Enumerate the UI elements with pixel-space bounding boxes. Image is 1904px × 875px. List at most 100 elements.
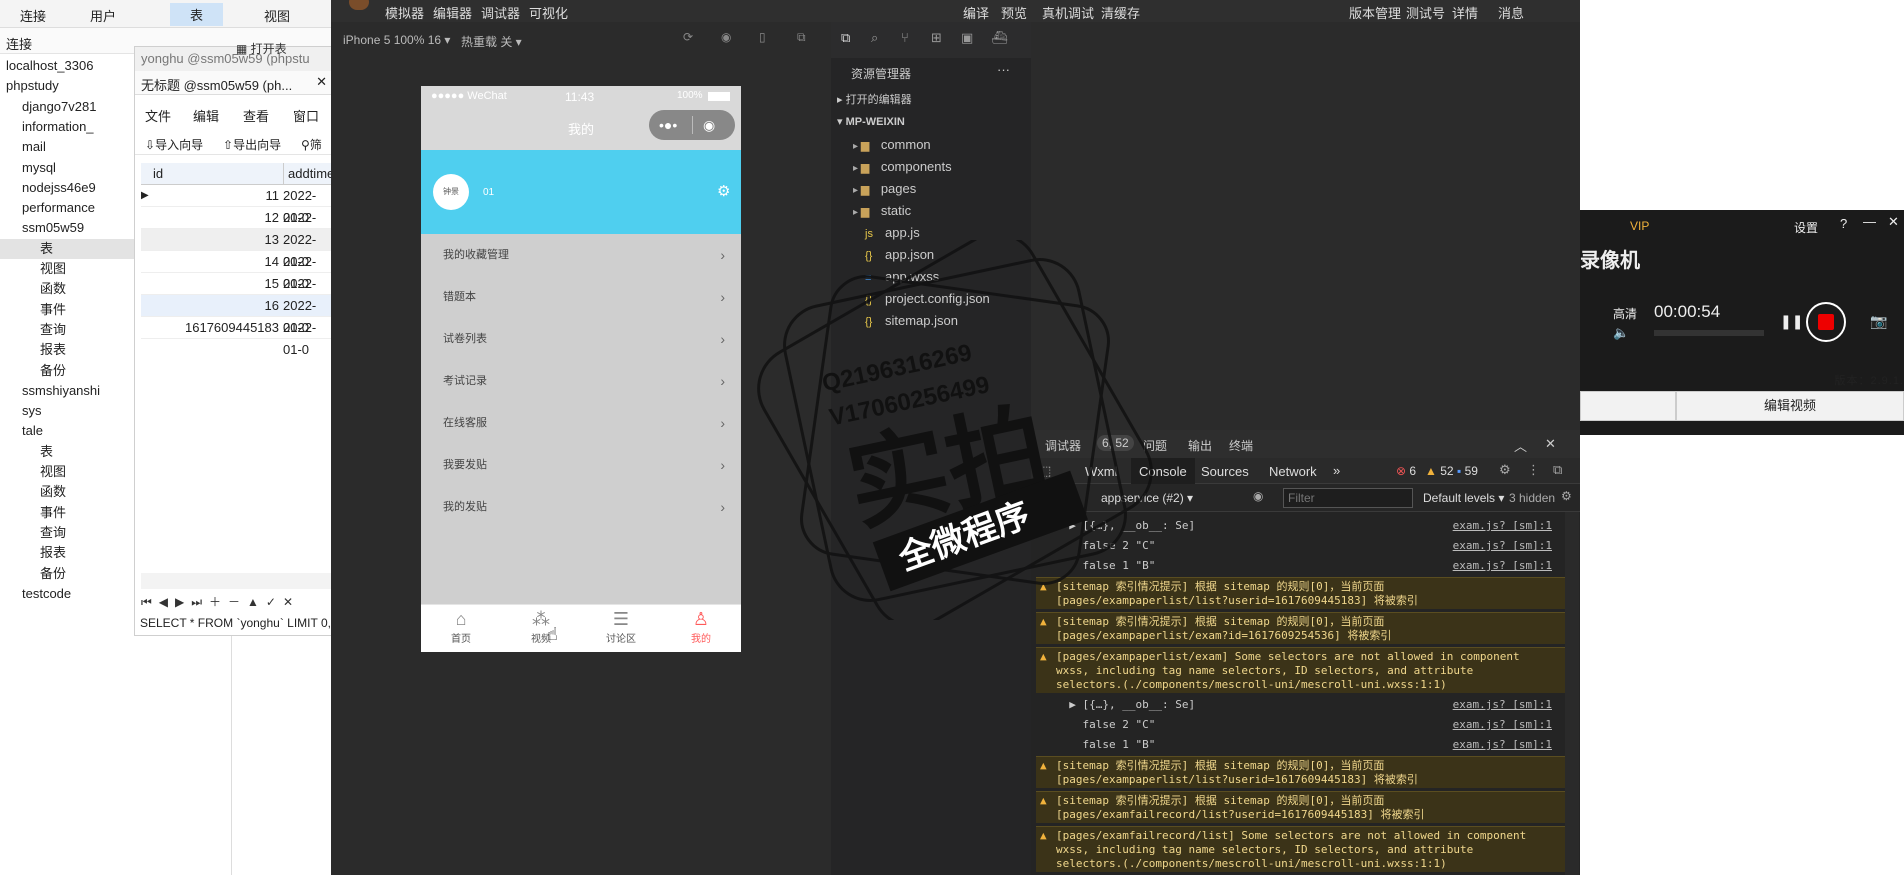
menu-edit[interactable]: 编辑	[193, 106, 219, 125]
tree-node[interactable]: 事件	[40, 300, 66, 320]
tree-node[interactable]: ssmshiyanshi	[22, 381, 100, 401]
console-warning[interactable]: ▲ [sitemap 索引情况提示] 根据 sitemap 的规则[0]，当前页面…	[1036, 791, 1566, 823]
tree-node[interactable]: nodejss46e9	[22, 178, 96, 198]
file-item[interactable]: ▸ ▆ pages	[853, 178, 916, 200]
menu-item[interactable]: 我要发贴 ›	[421, 444, 741, 486]
menu-window[interactable]: 窗口	[293, 106, 319, 125]
settings-button[interactable]: 设置	[1794, 219, 1818, 236]
tree-node[interactable]: 函数	[40, 482, 66, 502]
console-log[interactable]: false 2 "C" exam.js? [sm]:1	[1036, 716, 1566, 734]
volume-slider[interactable]	[1654, 330, 1764, 336]
phone-icon[interactable]: ▯	[759, 30, 766, 44]
tree-node[interactable]: 报表	[40, 543, 66, 563]
horizontal-scrollbar[interactable]	[141, 573, 331, 589]
volume-icon[interactable]: 🔈	[1613, 325, 1629, 341]
tb-compile[interactable]: 编译	[963, 3, 989, 22]
tb-preview[interactable]: 预览	[1001, 3, 1027, 22]
image-icon[interactable]: ▣	[961, 30, 973, 46]
filter-input[interactable]	[1283, 488, 1413, 508]
tree-node[interactable]: 报表	[40, 340, 66, 360]
gear-icon[interactable]: ⚙	[717, 182, 730, 200]
cell-id[interactable]: 16	[151, 295, 279, 317]
error-count[interactable]: ⊗ 6	[1396, 464, 1416, 478]
context-select[interactable]: appservice (#2) ▾	[1101, 491, 1193, 505]
file-item[interactable]: {} project.config.json	[865, 288, 990, 310]
tb-realdevice[interactable]: 真机调试	[1042, 3, 1094, 22]
edit-video-button[interactable]: 编辑视频	[1676, 391, 1904, 421]
tree-node[interactable]: 视图	[40, 462, 66, 482]
file-item[interactable]: {} sitemap.json	[865, 310, 958, 332]
tab-video[interactable]: ⁂ 视频	[511, 609, 571, 645]
tree-node[interactable]: testcode	[22, 584, 71, 604]
window-icon[interactable]: ⧉	[797, 30, 806, 45]
source-link[interactable]: exam.js? [sm]:1	[1453, 718, 1552, 732]
table-row[interactable]: 11 2022-01-0 ▶	[141, 185, 331, 225]
table-row[interactable]: 122022-01-0	[141, 207, 331, 247]
filter-button[interactable]: ⚲筛	[301, 136, 322, 153]
source-link[interactable]: exam.js? [sm]:1	[1453, 559, 1552, 573]
tb-visual[interactable]: 可视化	[529, 3, 568, 22]
menu-file[interactable]: 文件	[145, 106, 171, 125]
source-link[interactable]: exam.js? [sm]:1	[1453, 519, 1552, 533]
more-tabs-icon[interactable]: »	[1333, 463, 1340, 478]
files-icon[interactable]: ⧉	[841, 30, 850, 46]
tree-node[interactable]: mail	[22, 137, 46, 157]
dock-icon[interactable]: ⧉	[1553, 462, 1562, 478]
table-row[interactable]: 1617609445183 2022-01-0	[141, 317, 331, 357]
cell-id[interactable]: 13	[151, 229, 279, 251]
tb-details[interactable]: 详情	[1452, 3, 1478, 22]
refresh-icon[interactable]: ⟳	[683, 30, 693, 44]
menu-view2[interactable]: 查看	[243, 106, 269, 125]
tree-node[interactable]: performance	[22, 198, 95, 218]
table-row[interactable]: 152022-01-0	[141, 273, 331, 313]
menu-view[interactable]: 视图	[264, 6, 290, 25]
cell-id[interactable]: 15	[151, 273, 279, 295]
menu-item[interactable]: 在线客服 ›	[421, 402, 741, 444]
more-icon[interactable]: ···	[997, 62, 1010, 77]
extensions-icon[interactable]: ⊞	[931, 30, 942, 46]
warning-count[interactable]: ▲ 52	[1425, 464, 1454, 478]
window-tab-untitled[interactable]: 无标题 @ssm05w59 (ph... ✕	[135, 71, 331, 95]
tb-messages[interactable]: 消息	[1498, 3, 1524, 22]
tree-node[interactable]: mysql	[22, 158, 56, 178]
cell-id[interactable]: 14	[151, 251, 279, 273]
gear-icon[interactable]: ⚙	[1561, 489, 1572, 503]
tab-debugger[interactable]: 调试器	[1045, 437, 1081, 454]
tab-output[interactable]: 输出	[1188, 437, 1212, 454]
tree-node[interactable]: 视图	[40, 259, 66, 279]
inspect-icon[interactable]: ⬚	[1039, 463, 1051, 479]
file-item[interactable]: {} app.json	[865, 244, 934, 266]
gear-icon[interactable]: ⚙	[1499, 462, 1511, 478]
tree-node[interactable]: django7v281	[22, 97, 96, 117]
tb-simulator[interactable]: 模拟器	[385, 3, 424, 22]
eye-icon[interactable]: ◉	[1253, 489, 1263, 503]
table-row[interactable]: 14 2022-01-0	[141, 251, 331, 291]
camera-icon[interactable]: 📷	[1870, 313, 1887, 330]
tab-mine[interactable]: ♙ 我的	[671, 609, 731, 645]
tree-node[interactable]: 备份	[40, 361, 66, 381]
pause-icon[interactable]: ❚❚	[1780, 313, 1803, 330]
console-warning[interactable]: ▲ [pages/exampaperlist/exam] Some selecto…	[1036, 647, 1566, 693]
minimize-icon[interactable]: —	[1863, 214, 1876, 229]
tab-console[interactable]: Console	[1131, 458, 1195, 484]
source-link[interactable]: exam.js? [sm]:1	[1453, 738, 1552, 752]
record-icon[interactable]: ◉	[721, 30, 731, 44]
import-wizard-button[interactable]: ⇩导入向导	[145, 136, 203, 153]
capsule-menu[interactable]: •●• ◉	[649, 110, 735, 140]
record-navigator[interactable]: ⏮◀▶⏭＋－▲✓✕	[141, 593, 331, 611]
tree-node[interactable]: 函数	[40, 279, 66, 299]
avatar[interactable]: 钟景	[433, 174, 469, 210]
console-warning[interactable]: ▲ [pages/examfailrecord/list] Some select…	[1036, 826, 1566, 872]
tree-node[interactable]: 事件	[40, 503, 66, 523]
close-capsule-icon[interactable]: ◉	[703, 110, 715, 140]
tree-node[interactable]: tale	[22, 421, 43, 441]
col-addtime[interactable]: addtime	[283, 163, 334, 185]
tree-node[interactable]: 查询	[40, 523, 66, 543]
source-link[interactable]: exam.js? [sm]:1	[1453, 539, 1552, 553]
console-warning[interactable]: ▲ [sitemap 索引情况提示] 根据 sitemap 的规则[0]，当前页面…	[1036, 612, 1566, 644]
menu-item[interactable]: 考试记录 ›	[421, 360, 741, 402]
tree-node[interactable]: 备份	[40, 564, 66, 584]
console-scrollbar[interactable]	[1565, 512, 1579, 875]
tb-version[interactable]: 版本管理	[1349, 3, 1401, 22]
git-icon[interactable]: ⑂	[901, 30, 909, 45]
